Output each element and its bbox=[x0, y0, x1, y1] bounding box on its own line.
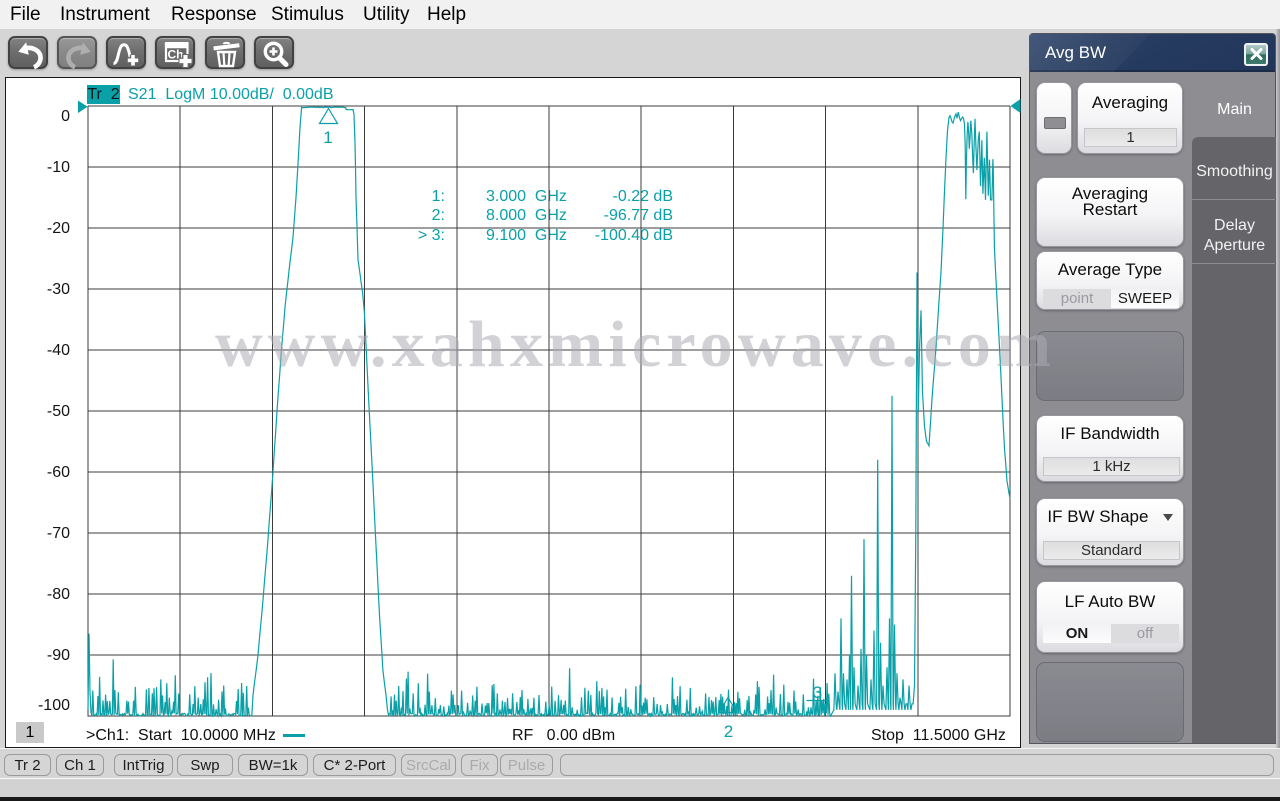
svg-text:1: 1 bbox=[323, 128, 332, 147]
svg-text:2: 2 bbox=[724, 722, 733, 741]
svg-text:3: 3 bbox=[813, 683, 822, 702]
